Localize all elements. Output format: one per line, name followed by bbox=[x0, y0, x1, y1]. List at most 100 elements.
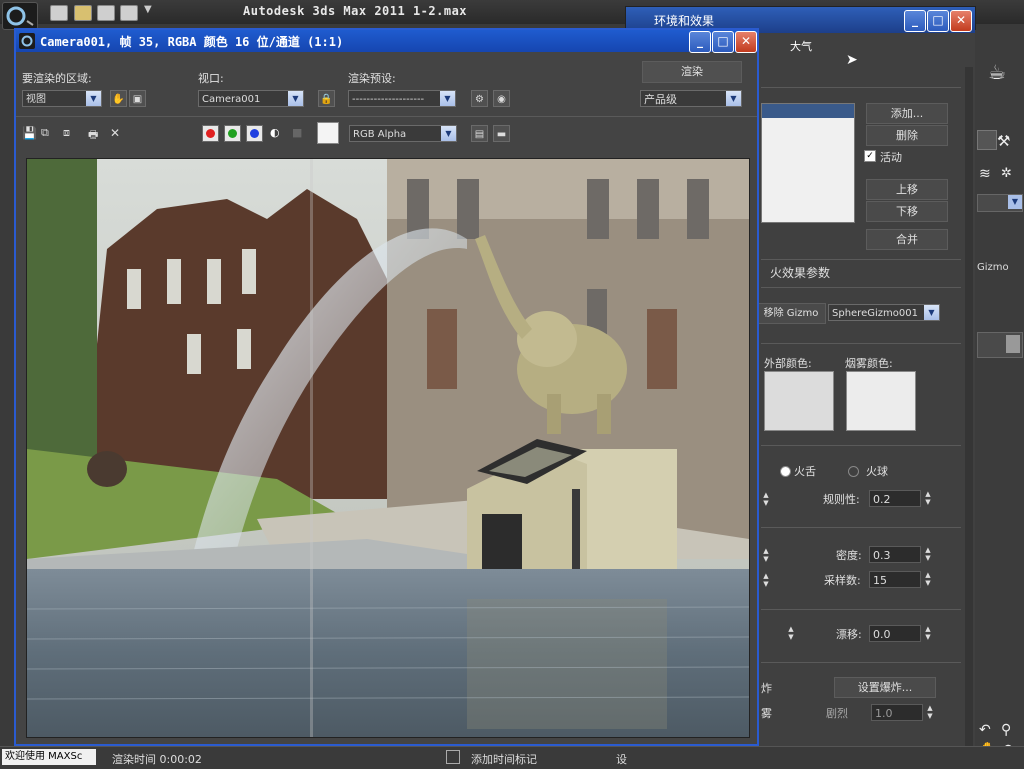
spacewarp-icon[interactable]: ≋ bbox=[979, 166, 991, 182]
render-preset-label: 渲染预设: bbox=[348, 72, 396, 85]
zoom-icon[interactable]: ⚲ bbox=[1001, 722, 1011, 738]
merge-button[interactable]: 合并 bbox=[866, 229, 948, 250]
atmosphere-list-item[interactable] bbox=[762, 104, 854, 118]
color-swatch[interactable] bbox=[317, 122, 339, 144]
regularity-input[interactable]: 0.2 bbox=[869, 490, 921, 507]
maxscript-listener[interactable]: 欢迎使用 MAXSc bbox=[2, 749, 96, 765]
spinner-arrows-icon[interactable]: ▲ ▼ bbox=[923, 571, 933, 588]
render-window-icon bbox=[19, 33, 35, 49]
clear-icon[interactable]: ✕ bbox=[110, 126, 120, 140]
render-setup-icon[interactable]: ⚙ bbox=[471, 90, 488, 107]
print-icon[interactable]: 🖶 bbox=[88, 126, 98, 145]
command-panel-strip: ⚒ ≋ ✲ ▼ Gizmo ↶ ⚲ ✋ ⟲ bbox=[975, 30, 1024, 758]
area-to-render-select[interactable]: 视图 ▼ bbox=[22, 90, 102, 107]
hammer-icon[interactable]: ⚒ bbox=[997, 132, 1010, 150]
app-title: Autodesk 3ds Max 2011 1-2.max bbox=[243, 4, 468, 18]
green-channel-button[interactable] bbox=[224, 125, 241, 142]
add-effect-button[interactable]: 添加... bbox=[866, 103, 948, 124]
monochrome-icon[interactable]: ■ bbox=[292, 126, 302, 139]
quick-access-dropdown-icon[interactable]: ▼ bbox=[144, 4, 152, 15]
spinner-arrows-icon[interactable]: ▲ ▼ bbox=[761, 491, 771, 508]
app-logo-icon[interactable] bbox=[2, 2, 38, 30]
fireball-radio[interactable] bbox=[848, 466, 859, 477]
clone-window-icon[interactable]: ⧈ bbox=[63, 126, 70, 140]
green-channel-icon bbox=[228, 129, 237, 138]
toggle-ui-overlay-icon[interactable]: ▤ bbox=[471, 125, 488, 142]
spinner-arrows-icon[interactable]: ▲ ▼ bbox=[925, 704, 935, 721]
viewport-select[interactable]: Camera001 ▼ bbox=[198, 90, 304, 107]
new-file-icon[interactable] bbox=[50, 5, 68, 21]
smoke-color-swatch[interactable] bbox=[846, 371, 916, 431]
atmosphere-list[interactable] bbox=[761, 103, 855, 223]
fire-tongue-radio[interactable] bbox=[780, 466, 791, 477]
env-close-button[interactable]: ✕ bbox=[950, 10, 972, 32]
render-close-button[interactable]: ✕ bbox=[735, 31, 757, 53]
spinner-arrows-icon[interactable]: ▲ ▼ bbox=[923, 625, 933, 642]
samples-input[interactable]: 15 bbox=[869, 571, 921, 588]
severity-input[interactable]: 1.0 bbox=[871, 704, 923, 721]
explosion-partial-label: 炸 bbox=[761, 682, 772, 695]
lock-icon[interactable]: 🔒 bbox=[318, 90, 335, 107]
render-button[interactable]: 渲染 bbox=[642, 61, 742, 83]
spinner-arrows-icon[interactable]: ▲ ▼ bbox=[761, 572, 771, 589]
environment-icon[interactable]: ◉ bbox=[493, 90, 510, 107]
setup-explosion-button[interactable]: 设置爆炸... bbox=[834, 677, 936, 698]
add-time-tag-link[interactable]: 添加时间标记 bbox=[471, 751, 537, 767]
teapot-icon[interactable]: ☕ bbox=[988, 60, 1006, 84]
move-down-button[interactable]: 下移 bbox=[866, 201, 948, 222]
render-time-text: 渲染时间 0:00:02 bbox=[112, 753, 202, 766]
remove-gizmo-button[interactable]: 移除 Gizmo bbox=[756, 303, 826, 324]
red-channel-button[interactable] bbox=[202, 125, 219, 142]
toggle-ui-icon[interactable]: ▬ bbox=[493, 125, 510, 142]
delete-effect-button[interactable]: 删除 bbox=[866, 125, 948, 146]
display-channel-select[interactable]: RGB Alpha ▼ bbox=[349, 125, 457, 142]
render-quality-value: 产品级 bbox=[644, 93, 677, 106]
spinner-arrows-icon[interactable]: ▲ ▼ bbox=[923, 490, 933, 507]
spinner-arrows-icon[interactable]: ▲ ▼ bbox=[761, 547, 771, 564]
systems-icon[interactable]: ✲ bbox=[1001, 166, 1012, 181]
blue-channel-button[interactable] bbox=[246, 125, 263, 142]
drift-input[interactable]: 0.0 bbox=[869, 625, 921, 642]
spinner-arrows-icon[interactable]: ▲ ▼ bbox=[786, 625, 796, 642]
outer-color-swatch[interactable] bbox=[764, 371, 834, 431]
area-to-render-value: 视图 bbox=[26, 94, 46, 105]
env-maximize-button[interactable]: □ bbox=[927, 10, 949, 32]
env-minimize-button[interactable]: _ bbox=[904, 10, 926, 32]
category-dropdown[interactable]: ▼ bbox=[977, 194, 1023, 212]
tab-atmosphere[interactable]: 大气 bbox=[766, 37, 836, 57]
pan-hand-icon[interactable]: ✋ bbox=[110, 90, 127, 107]
set-key-partial-label[interactable]: 设 bbox=[616, 751, 627, 767]
rendered-image bbox=[26, 158, 750, 738]
chevron-down-icon: ▼ bbox=[288, 91, 303, 106]
move-up-button[interactable]: 上移 bbox=[866, 179, 948, 200]
spinner-arrows-icon[interactable]: ▲ ▼ bbox=[923, 546, 933, 563]
open-file-icon[interactable] bbox=[74, 5, 92, 21]
active-checkbox[interactable]: ✓ bbox=[864, 150, 876, 162]
auto-region-icon[interactable]: ▣ bbox=[129, 90, 146, 107]
chevron-down-icon: ▼ bbox=[726, 91, 741, 106]
undo-icon[interactable]: ↶ bbox=[979, 722, 991, 738]
render-maximize-button[interactable]: □ bbox=[712, 31, 734, 53]
project-folder-icon[interactable] bbox=[120, 5, 138, 21]
status-bar: 欢迎使用 MAXSc 渲染时间 0:00:02 添加时间标记 设 bbox=[0, 746, 1024, 769]
alpha-channel-icon[interactable]: ◐ bbox=[270, 126, 280, 139]
render-minimize-button[interactable]: _ bbox=[689, 31, 711, 53]
color-swatch-button[interactable] bbox=[977, 332, 1023, 358]
outer-color-label: 外部颜色: bbox=[764, 357, 812, 370]
save-file-icon[interactable] bbox=[97, 5, 115, 21]
density-input[interactable]: 0.3 bbox=[869, 546, 921, 563]
env-scrollbar[interactable] bbox=[965, 67, 973, 747]
fire-params-title[interactable]: 火效果参数 bbox=[770, 264, 830, 281]
viewport-label: 视口: bbox=[198, 72, 224, 85]
render-preset-select[interactable]: -------------------- ▼ bbox=[348, 90, 456, 107]
copy-image-icon[interactable]: ⧉ bbox=[41, 126, 49, 140]
env-dialog-title: 环境和效果 bbox=[654, 14, 715, 28]
save-image-icon[interactable]: 💾 bbox=[22, 126, 37, 140]
gizmo-select[interactable]: SphereGizmo001 ▼ bbox=[828, 304, 940, 321]
blue-channel-icon bbox=[250, 129, 259, 138]
density-label: 密度: bbox=[836, 549, 862, 562]
render-quality-select[interactable]: 产品级 ▼ bbox=[640, 90, 742, 107]
hierarchy-tab-icon[interactable] bbox=[977, 130, 997, 150]
key-filter-icon[interactable] bbox=[446, 750, 460, 764]
color-swatch bbox=[1006, 335, 1020, 353]
